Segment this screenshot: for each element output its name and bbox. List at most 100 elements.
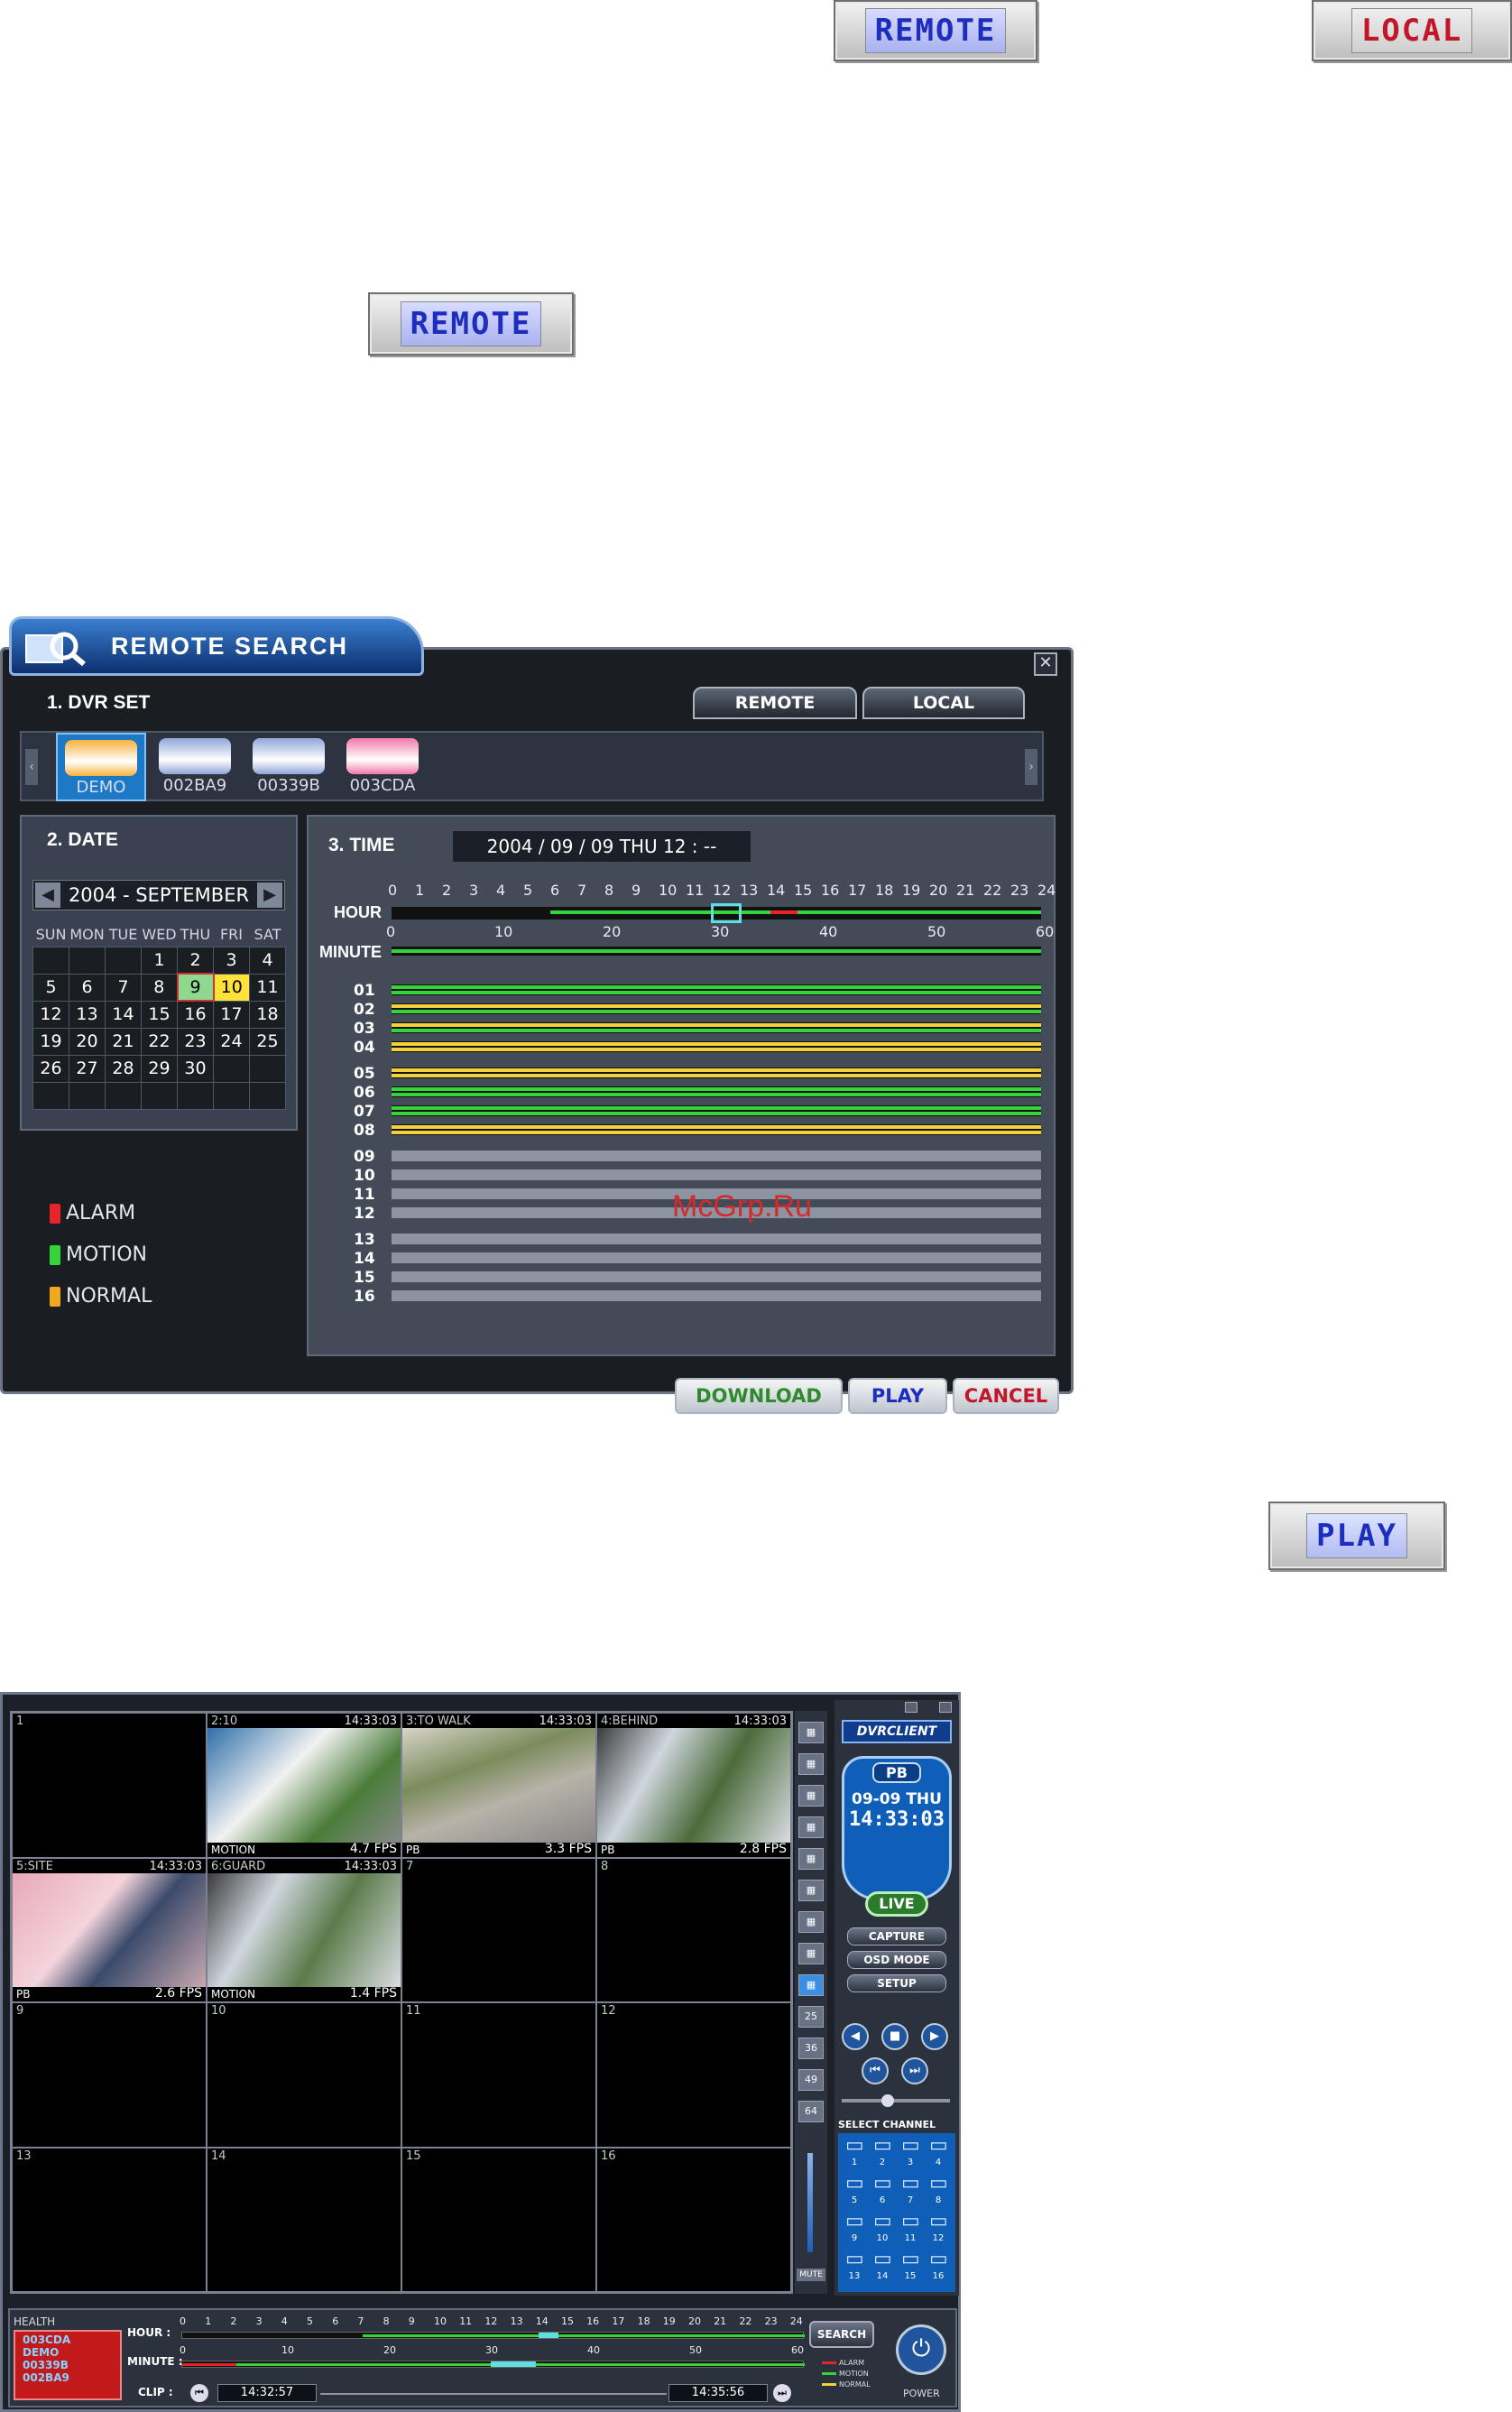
setup-button[interactable]: SETUP	[847, 1974, 946, 1992]
calendar-day[interactable]: 12	[32, 1000, 69, 1029]
channel-timeline[interactable]	[392, 984, 1041, 995]
camera-cell[interactable]: 2:10 14:33:03 4.7 FPS MOTION	[207, 1713, 401, 1858]
camera-cell[interactable]: 11	[401, 2002, 596, 2148]
next-month-icon[interactable]: ▶	[257, 883, 282, 908]
camera-cell[interactable]: 9	[12, 2002, 207, 2148]
select-channel-button[interactable]: 10	[870, 2204, 895, 2245]
channel-timeline[interactable]	[392, 1124, 1041, 1135]
split-mode-button[interactable]: ▦	[798, 1943, 824, 1964]
prev-month-icon[interactable]: ◀	[35, 883, 60, 908]
select-channel-button[interactable]: 3	[898, 2128, 923, 2169]
camera-cell[interactable]: 5:SITE 14:33:03 2.6 FPS PB	[12, 1857, 207, 2002]
camera-cell[interactable]: 10	[207, 2002, 401, 2148]
mute-button[interactable]: MUTE	[797, 2269, 825, 2281]
camera-cell[interactable]: 16	[596, 2147, 791, 2292]
select-channel-button[interactable]: 1	[842, 2128, 867, 2169]
select-channel-button[interactable]: 16	[926, 2241, 951, 2283]
calendar-day[interactable]: 17	[213, 1000, 250, 1029]
select-channel-button[interactable]: 13	[842, 2241, 867, 2283]
clip-next-icon[interactable]: ⏭	[773, 2384, 791, 2402]
scroll-right-icon[interactable]: ›	[1025, 749, 1037, 785]
speed-slider-handle[interactable]	[881, 2094, 894, 2107]
channel-timeline[interactable]	[392, 1041, 1041, 1052]
select-channel-button[interactable]: 14	[870, 2241, 895, 2283]
calendar-day[interactable]: 7	[105, 973, 142, 1002]
dvr-item[interactable]: DEMO	[56, 733, 146, 801]
calendar-day[interactable]: 6	[69, 973, 106, 1002]
calendar-day[interactable]: 18	[249, 1000, 286, 1029]
health-item[interactable]: 002BA9	[23, 2371, 113, 2384]
split-mode-button[interactable]: ▦	[798, 1974, 824, 1996]
select-channel-button[interactable]: 12	[926, 2204, 951, 2245]
rewind-icon[interactable]: ◀	[842, 2023, 869, 2050]
remote-button-top[interactable]: REMOTE	[834, 0, 1037, 61]
search-button[interactable]: SEARCH	[809, 2321, 874, 2348]
calendar-day[interactable]: 21	[105, 1027, 142, 1056]
channel-timeline[interactable]	[392, 1086, 1041, 1097]
calendar-day[interactable]: 9	[176, 973, 215, 1002]
calendar-day[interactable]: 8	[141, 973, 178, 1002]
minute-timeline-bottom[interactable]	[181, 2361, 805, 2368]
health-item[interactable]: DEMO	[23, 2346, 113, 2359]
power-icon[interactable]: ⏻	[896, 2324, 946, 2375]
download-button[interactable]: DOWNLOAD	[675, 1378, 843, 1414]
dvr-item[interactable]: 003CDA	[337, 733, 428, 801]
calendar-day[interactable]: 24	[213, 1027, 250, 1056]
osd-mode-button[interactable]: OSD MODE	[847, 1951, 946, 1969]
calendar-day[interactable]: 10	[213, 973, 250, 1002]
calendar-day[interactable]: 14	[105, 1000, 142, 1029]
select-channel-button[interactable]: 8	[926, 2166, 951, 2207]
camera-cell[interactable]: 7	[401, 1857, 596, 2002]
channel-timeline[interactable]	[392, 1151, 1041, 1161]
channel-timeline[interactable]	[392, 1252, 1041, 1263]
select-channel-button[interactable]: 7	[898, 2166, 923, 2207]
hour-timeline[interactable]	[392, 903, 1041, 923]
split-mode-button[interactable]: ▦	[798, 1722, 824, 1743]
select-channel-button[interactable]: 4	[926, 2128, 951, 2169]
calendar-day[interactable]: 20	[69, 1027, 106, 1056]
calendar-day[interactable]: 28	[105, 1054, 142, 1083]
select-channel-button[interactable]: 6	[870, 2166, 895, 2207]
cancel-button[interactable]: CANCEL	[953, 1378, 1059, 1414]
speed-slider[interactable]	[842, 2094, 950, 2107]
minimize-icon[interactable]	[905, 1702, 917, 1713]
channel-timeline[interactable]	[392, 1169, 1041, 1180]
camera-cell[interactable]: 1	[12, 1713, 207, 1858]
calendar-day[interactable]: 3	[213, 946, 250, 975]
split-mode-button[interactable]: 49	[798, 2069, 824, 2091]
select-channel-button[interactable]: 11	[898, 2204, 923, 2245]
split-mode-button[interactable]: 64	[798, 2101, 824, 2122]
calendar-day[interactable]: 11	[249, 973, 286, 1002]
forward-icon[interactable]: ▶	[921, 2023, 948, 2050]
camera-cell[interactable]: 12	[596, 2002, 791, 2148]
calendar-day[interactable]: 25	[249, 1027, 286, 1056]
camera-cell[interactable]: 15	[401, 2147, 596, 2292]
calendar-day[interactable]: 19	[32, 1027, 69, 1056]
scroll-left-icon[interactable]: ‹	[25, 749, 38, 785]
camera-cell[interactable]: 14	[207, 2147, 401, 2292]
play-button[interactable]: PLAY	[848, 1378, 947, 1414]
dvr-item[interactable]: 002BA9	[150, 733, 240, 801]
window-close-icon[interactable]	[939, 1702, 952, 1713]
channel-timeline[interactable]	[392, 1022, 1041, 1033]
health-item[interactable]: 00339B	[23, 2359, 113, 2371]
channel-timeline[interactable]	[392, 1003, 1041, 1014]
split-mode-button[interactable]: ▦	[798, 1911, 824, 1933]
split-mode-button[interactable]: ▦	[798, 1816, 824, 1838]
calendar-day[interactable]: 15	[141, 1000, 178, 1029]
split-mode-button[interactable]: ▦	[798, 1848, 824, 1870]
camera-cell[interactable]: 8	[596, 1857, 791, 2002]
camera-cell[interactable]: 13	[12, 2147, 207, 2292]
play-button-standalone[interactable]: PLAY	[1268, 1502, 1445, 1570]
select-channel-button[interactable]: 2	[870, 2128, 895, 2169]
select-channel-button[interactable]: 5	[842, 2166, 867, 2207]
channel-timeline[interactable]	[392, 1105, 1041, 1116]
channel-timeline[interactable]	[392, 1067, 1041, 1078]
clip-track[interactable]	[320, 2393, 667, 2395]
split-mode-button[interactable]: ▦	[798, 1785, 824, 1807]
health-item[interactable]: 003CDA	[23, 2333, 113, 2346]
calendar-day[interactable]: 26	[32, 1054, 69, 1083]
live-button[interactable]: LIVE	[865, 1891, 928, 1917]
step-back-icon[interactable]: ⏮	[862, 2057, 889, 2084]
calendar-day[interactable]: 5	[32, 973, 69, 1002]
